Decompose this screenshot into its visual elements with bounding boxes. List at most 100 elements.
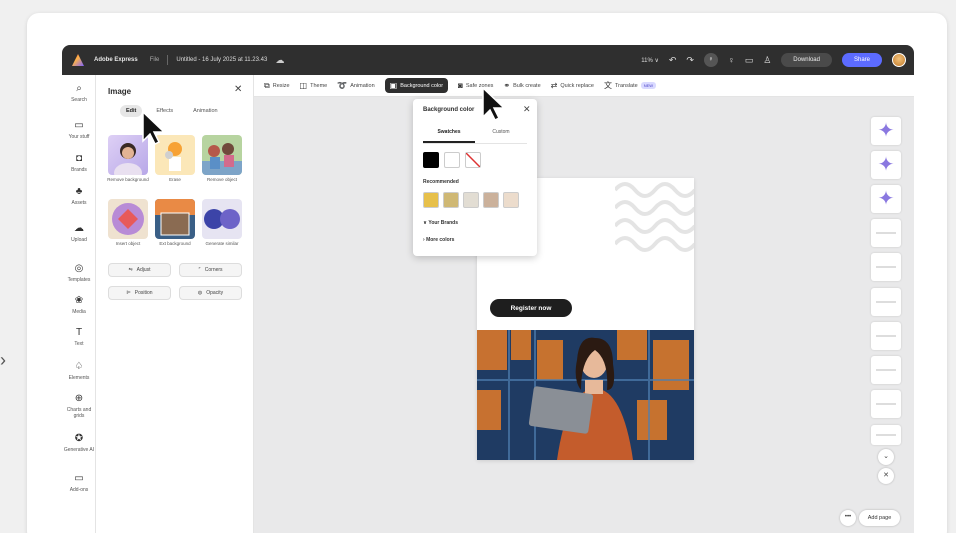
chevron-down-icon[interactable]: ⌄	[878, 449, 894, 465]
popover-tabs: Swatches Custom	[423, 129, 527, 144]
translate-icon: 文	[603, 81, 612, 90]
rail-label: Templates	[67, 277, 91, 283]
page-thumb-9[interactable]	[871, 390, 901, 418]
redo-icon[interactable]: ↷	[686, 55, 694, 66]
animation-button[interactable]: ➰ Animation	[337, 81, 374, 90]
lightbulb-icon[interactable]: ♀	[728, 55, 735, 65]
rail-label: Brands	[71, 167, 87, 173]
context-toolbar: ⧉ Resize ◫ Theme ➰ Animation ▣ Background co…	[254, 75, 914, 97]
collaborator-icon[interactable]: ♀	[703, 53, 718, 67]
file-menu[interactable]: File	[150, 57, 160, 63]
swatch-recommended-3[interactable]	[463, 192, 479, 208]
person-icon[interactable]: ♙	[763, 55, 771, 66]
tab-swatches[interactable]: Swatches	[423, 129, 475, 143]
undo-icon[interactable]: ↶	[669, 55, 677, 66]
tab-animation[interactable]: Animation	[187, 105, 223, 117]
page-thumb-2[interactable]: ✦	[871, 151, 901, 179]
row-label: Your Brands	[428, 220, 458, 226]
chevron-right-icon[interactable]: ›	[0, 350, 24, 370]
rail-item-elements[interactable]: ♤ Elements	[62, 361, 96, 381]
placeholder-line	[876, 369, 896, 371]
page-thumb-7[interactable]	[871, 322, 901, 350]
background-color-button[interactable]: ▣ Background color	[384, 78, 449, 93]
rail-item-your-stuff[interactable]: ▭ Your stuff	[62, 120, 96, 140]
thumb-generate-similar[interactable]	[202, 199, 242, 239]
translate-button[interactable]: 文 Translate NEW	[603, 80, 657, 91]
ctx-label: Bulk create	[513, 82, 541, 89]
swatch-white[interactable]	[444, 152, 460, 168]
rail-item-upload[interactable]: ☁ Upload	[62, 223, 96, 243]
register-now-button[interactable]: Register now	[490, 299, 572, 317]
page-thumb-8[interactable]	[871, 356, 901, 384]
page-thumb-5[interactable]	[871, 253, 901, 281]
rail-label: Upload	[71, 237, 87, 243]
thumb-ext-background[interactable]	[155, 199, 195, 239]
resize-button[interactable]: ⧉ Resize	[264, 81, 290, 91]
close-icon[interactable]: ✕	[878, 468, 894, 484]
your-brands-toggle[interactable]: ∨ Your Brands	[423, 220, 458, 226]
comment-icon[interactable]: ▭	[745, 55, 754, 66]
download-button[interactable]: Download	[781, 53, 832, 67]
zoom-level[interactable]: 11% ∨	[641, 57, 659, 64]
position-button[interactable]: ⊫ Position	[108, 286, 171, 300]
swatch-recommended-2[interactable]	[443, 192, 459, 208]
rail-item-media[interactable]: ❀ Media	[62, 295, 96, 315]
adjust-button[interactable]: ⇋ Adjust	[108, 263, 171, 277]
rail-item-templates[interactable]: ◎ Templates	[62, 263, 96, 283]
panel-tabs: Edit Effects Animation	[120, 105, 224, 117]
thumb-insert-object[interactable]	[108, 199, 148, 239]
close-icon[interactable]: ✕	[234, 84, 242, 95]
document-title[interactable]: Untitled - 16 July 2025 at 11.23.43	[176, 57, 267, 63]
close-icon[interactable]: ✕	[523, 104, 531, 115]
rail-label: Add-ons	[69, 487, 89, 493]
theme-button[interactable]: ◫ Theme	[300, 81, 328, 90]
user-avatar[interactable]	[892, 53, 906, 67]
elements-icon: ♤	[74, 361, 84, 372]
page-thumb-4[interactable]	[871, 219, 901, 247]
popover-title: Background color	[423, 107, 475, 113]
safe-zones-icon: ◙	[458, 81, 463, 90]
share-button[interactable]: Share	[841, 53, 882, 67]
corners-button[interactable]: ⌜ Corners	[179, 263, 242, 277]
rail-item-genai[interactable]: ✪ Generative AI	[62, 433, 96, 453]
rail-item-search[interactable]: ⌕ Search	[62, 83, 96, 103]
woman-laptop-photo[interactable]	[477, 330, 694, 460]
thumb-remove-object[interactable]	[202, 135, 242, 175]
swatch-black[interactable]	[423, 152, 439, 168]
placeholder-line	[876, 301, 896, 303]
rail-item-addons[interactable]: ▭ Add-ons	[62, 473, 96, 493]
thumb-label: Ext background	[159, 241, 191, 246]
rail-item-charts[interactable]: ⊕ Charts and grids	[62, 393, 96, 419]
rail-label: Media	[72, 309, 86, 315]
page-thumb-10[interactable]	[871, 425, 901, 445]
more-colors-toggle[interactable]: › More colors	[423, 237, 454, 243]
cloud-sync-icon[interactable]: ☁	[275, 55, 284, 66]
bulk-create-button[interactable]: ⚭ Bulk create	[503, 81, 540, 90]
tab-edit[interactable]: Edit	[120, 105, 143, 117]
opacity-button[interactable]: ◍ Opacity	[179, 286, 242, 300]
resize-icon: ⧉	[264, 80, 270, 90]
mouse-cursor-icon	[482, 87, 506, 121]
addons-icon: ▭	[74, 473, 84, 484]
mouse-cursor-icon	[142, 111, 166, 145]
more-options-button[interactable]: •••	[840, 510, 856, 526]
adobe-express-app: Adobe Express File Untitled - 16 July 20…	[62, 45, 914, 533]
adobe-logo-icon[interactable]	[72, 54, 84, 66]
swatch-recommended-5[interactable]	[503, 192, 519, 208]
add-page-button[interactable]: Add page	[859, 510, 900, 526]
swatch-recommended-1[interactable]	[423, 192, 439, 208]
divider	[167, 55, 169, 65]
rail-label: Your stuff	[68, 134, 90, 140]
page-thumb-1[interactable]: ✦	[871, 117, 901, 145]
quick-replace-button[interactable]: ⇄ Quick replace	[551, 81, 594, 90]
rail-item-brands[interactable]: ◘ Brands	[62, 153, 96, 173]
swatch-recommended-4[interactable]	[483, 192, 499, 208]
page-thumb-6[interactable]	[871, 288, 901, 316]
rail-item-assets[interactable]: ♣ Assets	[62, 186, 96, 206]
swatch-none[interactable]	[465, 152, 481, 168]
rail-item-text[interactable]: T Text	[62, 327, 96, 347]
page-thumb-3[interactable]: ✦	[871, 185, 901, 213]
tab-custom[interactable]: Custom	[475, 129, 527, 143]
rail-label: Generative AI	[63, 447, 95, 453]
app-brand[interactable]: Adobe Express	[94, 57, 138, 63]
